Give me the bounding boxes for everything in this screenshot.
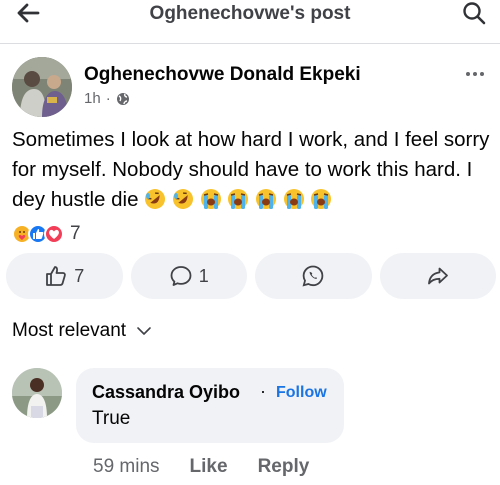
whatsapp-share-button[interactable] — [255, 253, 372, 299]
top-bar: Oghenechovwe's post — [0, 0, 500, 30]
share-button[interactable] — [379, 253, 496, 299]
comment-count: 1 — [198, 265, 209, 286]
loudly-crying-emoji-icon — [256, 189, 277, 209]
author-avatar[interactable] — [12, 57, 72, 117]
page-title: Oghenechovwe's post — [149, 3, 351, 24]
comment-like-button[interactable]: Like — [190, 456, 228, 478]
post-text: Sometimes I look at how hard I work, and… — [12, 125, 492, 215]
like-count: 7 — [74, 265, 85, 286]
post-time[interactable]: 1h — [84, 90, 101, 107]
comment-text: True — [92, 408, 131, 429]
comment-sort-dropdown[interactable]: Most relevant — [12, 320, 152, 342]
comment-icon — [170, 266, 192, 286]
comment-reply-button[interactable]: Reply — [258, 456, 310, 478]
thumbs-up-icon — [46, 266, 67, 286]
loudly-crying-emoji-icon — [228, 189, 249, 209]
whatsapp-icon — [302, 265, 324, 287]
header-divider — [0, 43, 500, 44]
rofl-emoji-icon — [145, 189, 166, 209]
reactions-summary[interactable]: 7 — [12, 223, 81, 245]
like-button[interactable]: 7 — [6, 253, 123, 299]
meta-separator: · — [105, 90, 111, 107]
comment-button[interactable]: 1 — [130, 253, 247, 299]
comment-footer: 59 mins Like Reply — [93, 456, 309, 478]
more-dot — [473, 72, 477, 76]
post-meta: 1h · — [84, 90, 130, 107]
loudly-crying-emoji-icon — [283, 189, 304, 209]
comment-bubble: Cassandra Oyibo · Follow True — [76, 368, 344, 443]
comment-separator: · — [260, 381, 266, 401]
author-name[interactable]: Oghenechovwe Donald Ekpeki — [84, 64, 361, 86]
more-dot — [466, 72, 470, 76]
love-icon — [44, 224, 64, 244]
more-dot — [480, 72, 484, 76]
commenter-avatar[interactable] — [12, 368, 62, 418]
commenter-name[interactable]: Cassandra Oyibo — [92, 382, 240, 403]
chevron-down-icon — [137, 327, 151, 335]
comment-time[interactable]: 59 mins — [93, 456, 160, 478]
search-button[interactable] — [456, 0, 492, 28]
search-icon — [463, 2, 486, 25]
loudly-crying-emoji-icon — [200, 189, 221, 209]
follow-button[interactable]: Follow — [276, 384, 327, 402]
sort-label: Most relevant — [12, 320, 127, 341]
post-emojis — [144, 188, 332, 211]
rofl-emoji-icon — [172, 189, 193, 209]
loudly-crying-emoji-icon — [311, 189, 332, 209]
more-options-button[interactable] — [460, 62, 490, 86]
post-actions: 7 1 — [6, 253, 496, 299]
globe-icon — [116, 92, 129, 105]
reaction-count: 7 — [70, 223, 81, 244]
share-arrow-icon — [427, 267, 448, 285]
